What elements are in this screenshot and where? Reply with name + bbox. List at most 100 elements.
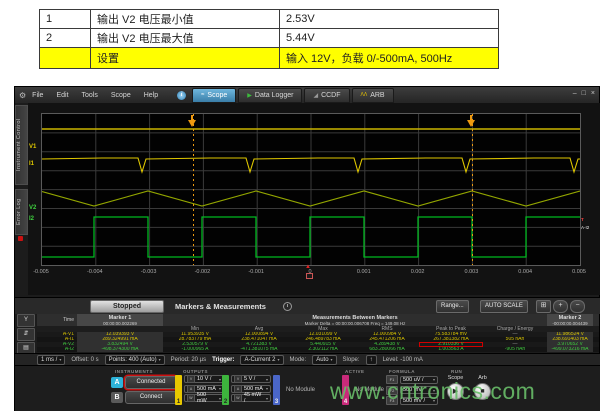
title-bar: ⚙ File Edit Tools Scope Help i ≈ Scope ▶… (15, 87, 599, 103)
instrument-b-badge: B (111, 392, 123, 403)
close-button[interactable]: × (591, 90, 595, 97)
table-header-row: Time Marker 1 00:00:00.002269 Measuremen… (37, 314, 599, 326)
chevron-down-icon: ▾ (219, 396, 221, 401)
menu-tools[interactable]: Tools (82, 92, 98, 99)
trigger-level-value: Level: -100 mA (383, 357, 423, 363)
instrument-b-connect-button[interactable]: Connect (125, 391, 177, 404)
ch3-no-module-label: No Module (286, 387, 315, 393)
stopped-status-button[interactable]: Stopped (90, 300, 164, 313)
ch1-voltage-select[interactable]: V10 V /▾ (184, 375, 224, 383)
col-marker2[interactable]: Marker 2 -00:00:00.004439 (547, 314, 593, 326)
marker1-flag-icon[interactable] (188, 120, 196, 131)
x-tick: 0.003 (456, 269, 486, 275)
tab-label: Data Logger (255, 92, 294, 99)
trigger-source-select[interactable]: A-Current 2 ▾ (240, 355, 283, 365)
zoom-in-icon[interactable]: + (553, 300, 568, 313)
power-unit-icon: W (234, 394, 242, 402)
cursor-select-icon[interactable]: ⊞ (536, 300, 551, 313)
current-unit-icon: A (234, 385, 242, 393)
x-tick: -0.003 (134, 269, 164, 275)
channel-number: 1 (175, 399, 182, 405)
tab-ccdf[interactable]: ◢ CCDF (304, 88, 349, 103)
tab-label: Scope (207, 92, 227, 99)
channel-name: A-I2 (37, 347, 77, 352)
tab-label: CCDF (321, 92, 340, 99)
tab-data-logger[interactable]: ▶ Data Logger (238, 88, 302, 103)
autoscale-button[interactable]: AUTO SCALE (480, 300, 528, 313)
maximize-button[interactable]: □ (582, 90, 586, 97)
channel-1-color-bar: 1 (175, 375, 182, 405)
timebase-scale-select[interactable]: 1 ms / ▾ (37, 355, 65, 365)
menu-file[interactable]: File (32, 92, 43, 99)
sidebar-tab-error-log[interactable]: Error Log (15, 189, 28, 235)
watermark: www.cntronics.com (330, 378, 535, 405)
trigger-time-icon[interactable]: ▲ (305, 264, 311, 270)
col-between-markers: Measurements Between Markers Marker Delt… (163, 314, 547, 326)
peak-to-peak-value: 1.003563 A (419, 347, 483, 352)
timebase-scale-value: 1 ms / (41, 357, 57, 363)
tab-label: ARB (370, 92, 384, 99)
ch1-power-select[interactable]: W500 mW▾ (184, 394, 224, 402)
points-select[interactable]: Points: 400 (Auto) ▾ (105, 355, 165, 365)
trigger-mode-select[interactable]: Auto ▾ (312, 355, 336, 365)
voltage-unit-icon: V (234, 375, 242, 383)
table-row: 1 输出 V2 电压最小值 2.53V (40, 10, 499, 29)
y-axis-toggle-icon[interactable]: Y (17, 314, 35, 327)
zoom-out-icon[interactable]: − (570, 300, 585, 313)
row-number (40, 48, 91, 69)
minimize-button[interactable]: – (573, 90, 577, 97)
chevron-down-icon: ▾ (266, 386, 268, 391)
tab-scope[interactable]: ≈ Scope (192, 88, 236, 103)
max-value: 2.302112 mA (291, 347, 355, 352)
menu-scope[interactable]: Scope (111, 92, 131, 99)
instrument-a-connect-button[interactable]: Connected (125, 376, 177, 389)
measurement-row-a-i2[interactable]: A-I2 -498.374300 mA -1.000965 A -471.381… (37, 347, 599, 352)
markers-toggle-icon[interactable]: ⇵ (17, 328, 35, 341)
x-tick: 0.004 (510, 269, 540, 275)
active-header: ACTIVE (345, 369, 365, 374)
instrument-b: B Connect (111, 391, 177, 404)
ccdf-icon: ◢ (313, 92, 318, 99)
ch2-power-select[interactable]: W45 mW /▾ (231, 394, 271, 402)
ch2-voltage-select[interactable]: V5 V /▾ (231, 375, 271, 383)
marker2-flag-icon[interactable] (467, 120, 475, 131)
col-marker1[interactable]: Marker 1 00:00:00.002269 (77, 314, 163, 326)
avg-value: -471.381075 mA (227, 347, 291, 352)
info-icon[interactable]: i (177, 91, 186, 100)
waveform-plot[interactable] (41, 113, 581, 266)
offset-value: Offset: 0 s (71, 357, 98, 363)
trigger-source-value: A-Current 2 (244, 357, 275, 363)
clock-icon[interactable] (283, 302, 292, 311)
channel-label-i2[interactable]: I2 (29, 216, 34, 222)
x-tick: 0.005 (564, 269, 594, 275)
col-time: Time (37, 314, 77, 326)
output-channel-1: 1 V10 V /▾ A500 mA▾ W500 mW▾ (175, 375, 224, 405)
x-tick: 0.002 (403, 269, 433, 275)
instruments-header: INSTRUMENTS (115, 369, 153, 374)
trigger-time-handle[interactable] (306, 273, 313, 279)
output-channel-3: 3 No Module (273, 375, 315, 405)
channel-label-i1[interactable]: I1 (29, 161, 34, 167)
channel-label-v2[interactable]: V2 (29, 205, 36, 211)
charge-value: -905 nAh (483, 347, 547, 352)
chevron-down-icon: ▾ (266, 396, 268, 401)
slope-arrow-icon: ↑ (370, 357, 373, 363)
instrument-list: A Connected B Connect (111, 376, 177, 404)
slope-toggle[interactable]: ↑ (366, 355, 377, 365)
x-tick: -0.004 (80, 269, 110, 275)
range-button[interactable]: Range... (436, 300, 469, 313)
row-desc: 设置 (91, 48, 280, 69)
menu-help[interactable]: Help (144, 92, 158, 99)
row-value: 输入 12V，负载 0/-500mA, 500Hz (280, 48, 499, 69)
chevron-down-icon: ▾ (277, 357, 279, 362)
window-controls: – □ × (573, 90, 595, 97)
channel-label-v1[interactable]: V1 (29, 144, 36, 150)
period-value: Period: 20 µs (171, 357, 206, 363)
tab-arb[interactable]: ΛΛ ARB (352, 88, 394, 103)
x-tick: -0.001 (241, 269, 271, 275)
sidebar-tab-instrument-control[interactable]: Instrument Control (15, 105, 28, 185)
gear-icon[interactable]: ⚙ (19, 91, 26, 100)
menu-edit[interactable]: Edit (56, 92, 68, 99)
channel-3-color-bar: 3 (273, 375, 280, 405)
trigger-level-label: T (581, 217, 584, 222)
